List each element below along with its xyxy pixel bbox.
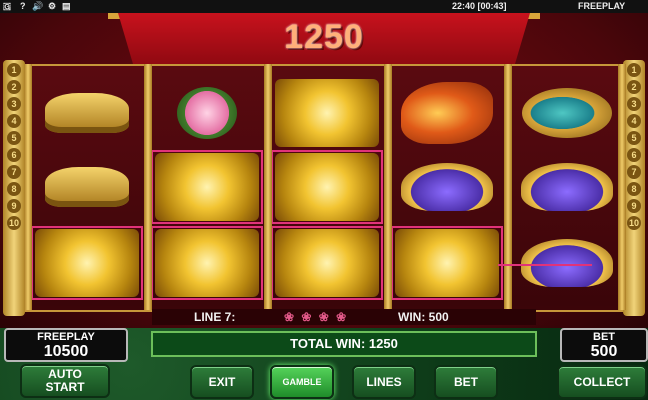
turtle-symbol [401, 163, 493, 211]
reel-cell [31, 226, 143, 300]
peony-symbol [177, 87, 237, 139]
reel-cell [31, 150, 143, 224]
auto-start-label-2: START [45, 380, 85, 394]
line-number[interactable]: 3 [627, 97, 641, 111]
exit-button[interactable]: EXIT [190, 365, 254, 399]
reel-cell [271, 226, 383, 300]
folder-icon[interactable]: ▤ [62, 1, 71, 12]
flag-uk-icon[interactable]: 🇬 [3, 1, 11, 12]
line-number[interactable]: 10 [627, 216, 641, 230]
line-number[interactable]: 6 [7, 148, 21, 162]
sound-icon[interactable]: 🔊 [32, 1, 43, 12]
reel-cell [151, 150, 263, 224]
reel-cell [511, 150, 623, 224]
gold-ingot-symbol [45, 167, 129, 207]
freeplay-value: 10500 [43, 343, 89, 360]
top-status-bar: 🇬 ? 🔊 ⚙ ▤ 22:40 [00:43] FREEPLAY [0, 0, 648, 13]
reel-cell [271, 76, 383, 150]
reel-cell [391, 150, 503, 224]
line-number[interactable]: 8 [627, 182, 641, 196]
reel-cell [151, 226, 263, 300]
collect-button[interactable]: COLLECT [557, 365, 647, 399]
line-number[interactable]: 10 [7, 216, 21, 230]
freeplay-panel: FREEPLAY 10500 [4, 328, 128, 362]
gold-peony-symbol [35, 229, 139, 297]
lines-button[interactable]: LINES [352, 365, 416, 399]
reel-divider [144, 64, 152, 310]
line-number[interactable]: 6 [627, 148, 641, 162]
gold-peony-symbol [395, 229, 499, 297]
help-icon[interactable]: ? [20, 1, 26, 11]
bet-label: BET [593, 331, 615, 343]
line-symbols: ❀ ❀ ❀ ❀ [284, 310, 349, 324]
line-number[interactable]: 7 [627, 165, 641, 179]
reel-cell [391, 76, 503, 150]
reel-divider [504, 64, 512, 310]
gold-peony-symbol [275, 79, 379, 147]
phoenix-symbol [401, 82, 493, 144]
line-number[interactable]: 4 [7, 114, 21, 128]
bet-value: 500 [590, 343, 618, 360]
turtle-symbol [521, 239, 613, 287]
left-line-indicator: 1 2 3 4 5 6 7 8 9 10 [3, 60, 25, 316]
settings-icon[interactable]: ⚙ [48, 1, 56, 12]
auto-start-button[interactable]: AUTO START [20, 364, 110, 398]
line-number[interactable]: 8 [7, 182, 21, 196]
gamble-button[interactable]: GAMBLE [270, 365, 334, 399]
reel-cell [391, 226, 503, 300]
line-label: LINE 7: [194, 310, 236, 324]
clock: 22:40 [00:43] [452, 1, 507, 11]
reel-cell [511, 226, 623, 300]
gold-peony-symbol [155, 229, 259, 297]
line-number[interactable]: 5 [7, 131, 21, 145]
line-number[interactable]: 2 [627, 80, 641, 94]
payline-indicator [498, 264, 592, 266]
reel-cell [511, 76, 623, 150]
bet-button[interactable]: BET [434, 365, 498, 399]
turtle-symbol [521, 163, 613, 211]
win-info-strip: LINE 7: ❀ ❀ ❀ ❀ WIN: 500 [152, 309, 536, 325]
reel-cell [31, 76, 143, 150]
reel-cell [151, 76, 263, 150]
koi-symbol [522, 88, 612, 138]
gold-peony-symbol [155, 153, 259, 221]
reel-divider [384, 64, 392, 310]
line-number[interactable]: 1 [7, 63, 21, 77]
freeplay-label: FREEPLAY [37, 331, 95, 343]
right-line-indicator: 1 2 3 4 5 6 7 8 9 10 [623, 60, 645, 316]
win-amount-display: 1250 [284, 18, 364, 56]
mode-label: FREEPLAY [578, 1, 626, 11]
line-number[interactable]: 4 [627, 114, 641, 128]
line-number[interactable]: 1 [627, 63, 641, 77]
line-number[interactable]: 3 [7, 97, 21, 111]
gold-ingot-symbol [45, 93, 129, 133]
line-win: WIN: 500 [398, 310, 449, 324]
reel-divider [264, 64, 272, 310]
gold-peony-symbol [275, 153, 379, 221]
reel-cell [271, 150, 383, 224]
total-win-display: TOTAL WIN: 1250 [151, 331, 537, 357]
line-number[interactable]: 7 [7, 165, 21, 179]
line-number[interactable]: 5 [627, 131, 641, 145]
bet-panel: BET 500 [560, 328, 648, 362]
reel-divider [24, 64, 32, 310]
gold-peony-symbol [275, 229, 379, 297]
line-number[interactable]: 9 [627, 199, 641, 213]
line-number[interactable]: 9 [7, 199, 21, 213]
reel-divider [618, 64, 626, 310]
line-number[interactable]: 2 [7, 80, 21, 94]
